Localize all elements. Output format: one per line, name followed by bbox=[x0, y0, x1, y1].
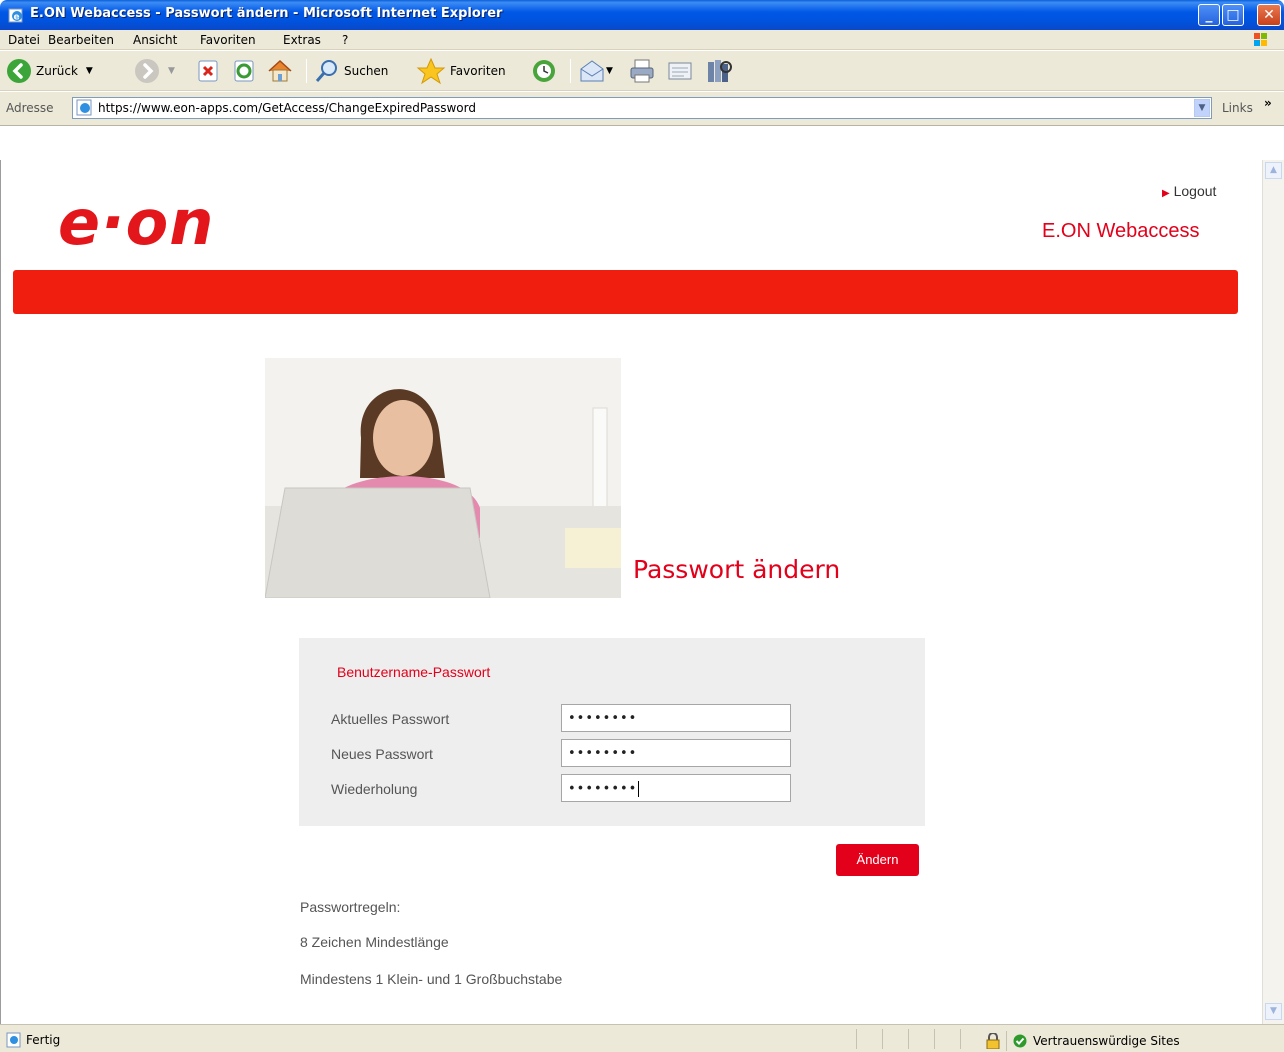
svg-text:e: e bbox=[14, 13, 20, 23]
forward-dropdown-icon[interactable]: ▼ bbox=[168, 66, 175, 76]
print-button[interactable] bbox=[628, 57, 656, 85]
woman-laptop-photo bbox=[265, 358, 621, 598]
address-url: https://www.eon-apps.com/GetAccess/Chang… bbox=[98, 101, 476, 115]
forward-arrow-icon bbox=[135, 59, 159, 83]
links-label[interactable]: Links bbox=[1222, 101, 1253, 115]
mail-icon bbox=[580, 60, 604, 82]
maximize-button[interactable]: □ bbox=[1222, 4, 1244, 26]
printer-icon bbox=[630, 59, 654, 83]
ie-page-icon bbox=[6, 1032, 21, 1048]
address-label: Adresse bbox=[6, 101, 54, 115]
app-name: E.ON Webaccess bbox=[1042, 220, 1200, 242]
windows-logo-icon bbox=[1254, 33, 1267, 46]
address-dropdown-icon[interactable]: ▼ bbox=[1194, 99, 1210, 117]
menu-datei[interactable]: Datei bbox=[8, 33, 40, 47]
edit-button[interactable] bbox=[666, 57, 694, 85]
window-titlebar: e E.ON Webaccess - Passwort ändern - Mic… bbox=[0, 0, 1284, 30]
repeat-password-label: Wiederholung bbox=[331, 781, 418, 797]
scroll-down-icon[interactable]: ▼ bbox=[1265, 1003, 1282, 1020]
mail-dropdown-icon[interactable]: ▼ bbox=[606, 66, 613, 76]
search-button[interactable]: Suchen bbox=[314, 57, 388, 85]
forward-button[interactable]: ▼ bbox=[134, 57, 175, 85]
ie-page-icon: e bbox=[8, 8, 23, 23]
home-icon bbox=[268, 59, 292, 82]
search-label: Suchen bbox=[344, 64, 389, 78]
history-icon bbox=[533, 60, 555, 82]
back-dropdown-icon[interactable]: ▼ bbox=[86, 66, 93, 76]
new-password-label: Neues Passwort bbox=[331, 746, 433, 762]
new-password-input[interactable]: •••••••• bbox=[561, 739, 791, 767]
security-zone: Vertrauenswürdige Sites bbox=[1033, 1034, 1180, 1048]
header-red-bar bbox=[13, 270, 1238, 314]
star-icon bbox=[416, 57, 446, 85]
rule-item: Mindestens 1 Klein- und 1 Großbuchstabe bbox=[300, 971, 563, 987]
vertical-scrollbar[interactable]: ▲ ▼ bbox=[1262, 160, 1284, 1024]
repeat-password-input[interactable]: •••••••• bbox=[561, 774, 791, 802]
address-field[interactable]: https://www.eon-apps.com/GetAccess/Chang… bbox=[72, 97, 1212, 119]
refresh-button[interactable] bbox=[232, 57, 256, 85]
stop-button[interactable] bbox=[196, 57, 220, 85]
eon-logo: e·on bbox=[58, 186, 215, 259]
menu-favoriten[interactable]: Favoriten bbox=[200, 33, 256, 47]
edit-page-icon bbox=[668, 62, 692, 80]
menu-ansicht[interactable]: Ansicht bbox=[133, 33, 177, 47]
research-button[interactable] bbox=[704, 57, 734, 85]
section-title: Benutzername-Passwort bbox=[337, 664, 491, 680]
lock-icon bbox=[986, 1033, 1000, 1049]
back-label: Zurück bbox=[36, 64, 78, 78]
home-button[interactable] bbox=[266, 57, 294, 85]
menu-bar: Datei Bearbeiten Ansicht Favoriten Extra… bbox=[0, 30, 1284, 50]
toolbar: Zurück ▼ ▼ Suchen Favoriten ▼ bbox=[0, 51, 1284, 91]
menu-help[interactable]: ? bbox=[342, 33, 348, 47]
menu-bearbeiten[interactable]: Bearbeiten bbox=[48, 33, 114, 47]
minimize-button[interactable]: _ bbox=[1198, 4, 1220, 26]
submit-button[interactable]: Ändern bbox=[836, 844, 919, 876]
address-bar: Adresse https://www.eon-apps.com/GetAcce… bbox=[0, 92, 1284, 126]
current-password-input[interactable]: •••••••• bbox=[561, 704, 791, 732]
triangle-right-icon: ▶ bbox=[1162, 188, 1170, 199]
favorites-label: Favoriten bbox=[450, 64, 506, 78]
password-form: Benutzername-Passwort Aktuelles Passwort… bbox=[299, 638, 925, 826]
logout-link[interactable]: ▶ Logout bbox=[1162, 183, 1216, 199]
history-button[interactable] bbox=[530, 57, 558, 85]
text-caret bbox=[638, 781, 640, 797]
search-icon bbox=[315, 60, 337, 82]
menu-extras[interactable]: Extras bbox=[283, 33, 321, 47]
logout-label: Logout bbox=[1173, 183, 1217, 199]
trusted-checkmark-icon bbox=[1013, 1034, 1027, 1048]
status-text: Fertig bbox=[26, 1033, 61, 1047]
ie-page-icon bbox=[76, 99, 92, 116]
close-button[interactable]: ✕ bbox=[1257, 4, 1281, 26]
window-title: E.ON Webaccess - Passwort ändern - Micro… bbox=[30, 6, 503, 21]
rules-title: Passwortregeln: bbox=[300, 899, 401, 915]
back-button[interactable]: Zurück ▼ bbox=[6, 57, 93, 85]
repeat-password-value: •••••••• bbox=[568, 781, 638, 797]
mail-button[interactable]: ▼ bbox=[578, 57, 613, 85]
page-title: Passwort ändern bbox=[633, 555, 841, 584]
favorites-button[interactable]: Favoriten bbox=[416, 57, 506, 85]
back-arrow-icon bbox=[7, 59, 31, 83]
refresh-icon bbox=[234, 60, 254, 82]
chevron-right-icon[interactable]: » bbox=[1264, 96, 1272, 110]
status-bar: Fertig Vertrauenswürdige Sites bbox=[0, 1024, 1284, 1052]
research-books-icon bbox=[708, 60, 732, 82]
scroll-up-icon[interactable]: ▲ bbox=[1265, 162, 1282, 179]
rule-item: 8 Zeichen Mindestlänge bbox=[300, 934, 449, 950]
stop-icon bbox=[198, 60, 218, 82]
current-password-label: Aktuelles Passwort bbox=[331, 711, 450, 727]
